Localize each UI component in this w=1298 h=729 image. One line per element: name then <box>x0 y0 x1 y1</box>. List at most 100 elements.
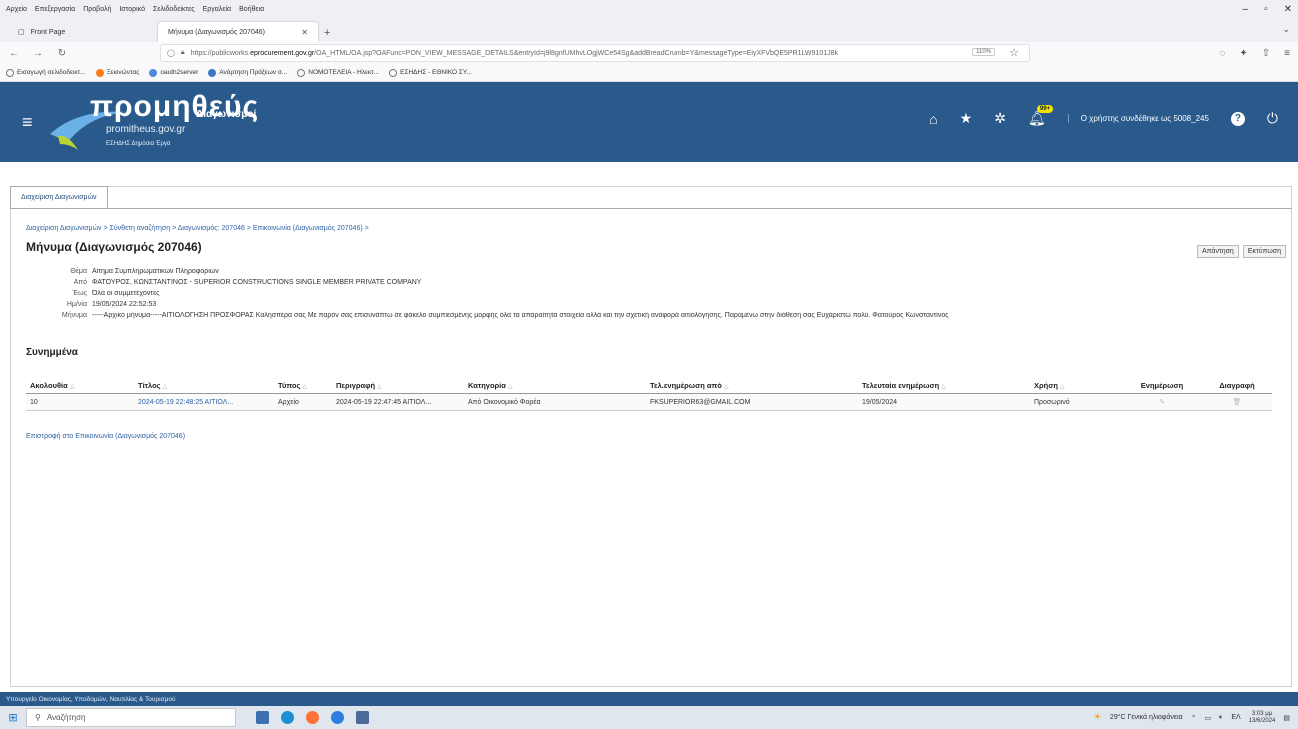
table-row: 10 2024-05-19 22:48:25 ΑΙΤΙΟΛ... Αρχείο … <box>26 393 1272 411</box>
url-bar[interactable]: ◯ 🔒︎ https://publicworks.eprocurement.go… <box>160 44 1030 62</box>
menu-edit[interactable]: Επεξεργασία <box>35 6 75 13</box>
extensions-icon[interactable]: ✦ <box>1239 48 1247 59</box>
menu-view[interactable]: Προβολή <box>83 6 111 13</box>
home-icon[interactable]: ⌂ <box>929 111 937 127</box>
col-header[interactable]: Τύπος △ <box>274 378 332 394</box>
menu-tools[interactable]: Εργαλεία <box>203 6 231 13</box>
menu-hamburger-icon[interactable]: ≡ <box>1284 48 1290 59</box>
col-header[interactable]: Χρήση △ <box>1030 378 1122 394</box>
subject-value: Αίτημα Συμπληρωματικών Πληροφοριών <box>92 268 219 275</box>
menu-file[interactable]: Αρχείο <box>6 6 27 13</box>
edit-pencil-icon[interactable]: ✎ <box>1122 393 1202 411</box>
close-window-icon[interactable]: ✕ <box>1284 4 1292 15</box>
col-header: Διαγραφή <box>1202 378 1272 394</box>
app-icon[interactable] <box>356 711 369 724</box>
promitheus-logo[interactable]: προμηθεύς Διαγωνισμοί promitheus.gov.gr … <box>48 90 308 156</box>
col-header[interactable]: Τελ.ενημέρωση από △ <box>646 378 858 394</box>
shield-icon: ◯ <box>167 50 175 57</box>
share-icon[interactable]: ⇧ <box>1262 48 1270 59</box>
table-header-row: Ακολουθία △ Τίτλος △ Τύπος △ Περιγραφή △… <box>26 378 1272 394</box>
logo-esidis: ΕΣΗΔΗΣ Δημόσια Έργα <box>106 141 171 147</box>
return-link[interactable]: Επιστροφή στο Επικοινωνία (Διαγωνισμός 2… <box>26 433 185 440</box>
subject-label: Θέμα <box>70 268 87 275</box>
menu-help[interactable]: Βοήθεια <box>239 6 264 13</box>
taskbar-search[interactable]: ⚲ Αναζήτηση <box>26 708 236 727</box>
tab-front-page[interactable]: ▢ Front Page <box>8 22 158 42</box>
from-label: Από <box>73 279 87 286</box>
help-icon[interactable]: ? <box>1230 111 1245 126</box>
cell-type: Αρχείο <box>274 393 332 411</box>
to-label: Έως <box>72 290 87 297</box>
page-icon: ▢ <box>18 29 25 36</box>
gear-icon[interactable]: ✲ <box>994 110 1006 127</box>
network-icon[interactable]: ▭ <box>1204 714 1211 722</box>
chevron-down-icon[interactable]: ⌄ <box>1282 24 1290 35</box>
site-footer: Υπουργείο Οικονομίας, Υποδομών, Ναυτιλία… <box>0 692 1298 706</box>
language-indicator[interactable]: ΕΛ <box>1231 714 1240 721</box>
bookmarks-toolbar: Εισαγωγή σελιδοδεικτ... Ξεκινώντας oauth… <box>0 64 1298 82</box>
logo-url: promitheus.gov.gr <box>106 124 186 135</box>
col-header[interactable]: Τίτλος △ <box>134 378 274 394</box>
to-value: Όλα οι συμμετέχοντες <box>92 290 160 297</box>
clock[interactable]: 3:03 μμ 13/6/2024 <box>1249 711 1276 725</box>
search-icon: ⚲ <box>35 713 41 722</box>
reload-icon[interactable]: ↻ <box>56 48 68 59</box>
reply-button[interactable]: Απάντηση <box>1197 245 1239 258</box>
url-rest: /OA_HTML/OA.jsp?OAFunc=PON_VIEW_MESSAGE_… <box>314 49 838 57</box>
col-header[interactable]: Τελευταία ενημέρωση △ <box>858 378 1030 394</box>
zoom-level[interactable]: 110% <box>972 48 995 56</box>
cell-desc: 2024-05-19 22:47:45 ΑΙΤΙΟΛ... <box>332 393 464 411</box>
tab-message[interactable]: Μήνυμα (Διαγωνισμός 207046) ✕ <box>158 22 318 42</box>
cell-usage: Προσωρινό <box>1030 393 1122 411</box>
bookmark-item[interactable]: oauth2server <box>149 68 198 77</box>
url-domain: eprocurement.gov.gr <box>250 49 315 57</box>
search-placeholder: Αναζήτηση <box>46 713 86 722</box>
minimize-icon[interactable]: – <box>1243 4 1249 15</box>
bookmark-item[interactable]: ΕΣΗΔΗΣ - ΕΘΝΙΚΟ ΣΥ... <box>389 68 472 77</box>
col-header[interactable]: Κατηγορία △ <box>464 378 646 394</box>
tab-tender-management[interactable]: Διαχείριση Διαγωνισμών <box>10 186 108 208</box>
notifications-icon[interactable]: ▤ <box>1283 714 1290 722</box>
power-icon[interactable]: ⏻ <box>1267 110 1278 127</box>
maximize-icon[interactable]: ▫ <box>1264 4 1268 15</box>
favorites-star-icon[interactable]: ★ <box>960 110 973 127</box>
bookmark-star-icon[interactable]: ☆ <box>1009 46 1019 59</box>
close-tab-icon[interactable]: ✕ <box>301 28 308 37</box>
col-header[interactable]: Ακολουθία △ <box>26 378 134 394</box>
bookmark-item[interactable]: Ανάρτηση Πράξεων σ... <box>208 68 287 77</box>
taskview-icon[interactable] <box>256 711 269 724</box>
content-frame <box>10 186 1292 687</box>
tab-label: Front Page <box>30 28 66 36</box>
bell-icon[interactable]: 🔔︎ 99+ <box>1028 105 1054 127</box>
menu-bookmarks[interactable]: Σελιδοδείκτες <box>153 6 195 13</box>
cell-title-link[interactable]: 2024-05-19 22:48:25 ΑΙΤΙΟΛ... <box>134 393 274 411</box>
windows-start-icon[interactable]: ⊞ <box>0 711 26 724</box>
lock-icon: 🔒︎ <box>180 49 185 56</box>
bookmark-item[interactable]: ΝΟΜΟΤΕΛΕΙΑ - Ηλεκτ... <box>297 68 379 77</box>
system-tray: ☀ 29°C Γενικά ηλιοφάνεια ⌃ ▭ 🔈︎ ΕΛ 3:03 … <box>1093 706 1290 729</box>
weather-text[interactable]: 29°C Γενικά ηλιοφάνεια <box>1110 714 1183 721</box>
chrome-icon[interactable] <box>331 711 344 724</box>
attachments-heading: Συνημμένα <box>26 347 78 358</box>
tab-label: Μήνυμα (Διαγωνισμός 207046) <box>168 28 265 36</box>
col-header[interactable]: Περιγραφή △ <box>332 378 464 394</box>
weather-icon: ☀ <box>1092 712 1102 723</box>
url-prefix: https://publicworks. <box>190 49 251 57</box>
attachments-table: Ακολουθία △ Τίτλος △ Τύπος △ Περιγραφή △… <box>26 378 1272 411</box>
pocket-icon[interactable]: ◌ <box>1219 48 1225 59</box>
new-tab-icon[interactable]: + <box>318 27 336 42</box>
edge-icon[interactable] <box>281 711 294 724</box>
chevron-up-icon[interactable]: ⌃ <box>1191 714 1197 722</box>
back-icon[interactable]: ← <box>8 48 20 59</box>
hamburger-menu-icon[interactable]: ≡ <box>22 112 33 133</box>
breadcrumb[interactable]: Διαχείριση Διαγωνισμών > Σύνθετη αναζήτη… <box>26 225 369 232</box>
menu-history[interactable]: Ιστορικό <box>119 6 145 13</box>
bookmark-item[interactable]: Ξεκινώντας <box>95 68 139 77</box>
volume-icon[interactable]: 🔈︎ <box>1219 714 1223 722</box>
trash-icon[interactable]: 🗑︎ <box>1202 393 1272 411</box>
browser-menubar: Αρχείο Επεξεργασία Προβολή Ιστορικό Σελι… <box>0 0 1298 18</box>
firefox-icon[interactable] <box>306 711 319 724</box>
bookmark-item[interactable]: Εισαγωγή σελιδοδεικτ... <box>6 68 86 77</box>
forward-icon[interactable]: → <box>32 48 44 59</box>
print-button[interactable]: Εκτύπωση <box>1242 245 1286 258</box>
